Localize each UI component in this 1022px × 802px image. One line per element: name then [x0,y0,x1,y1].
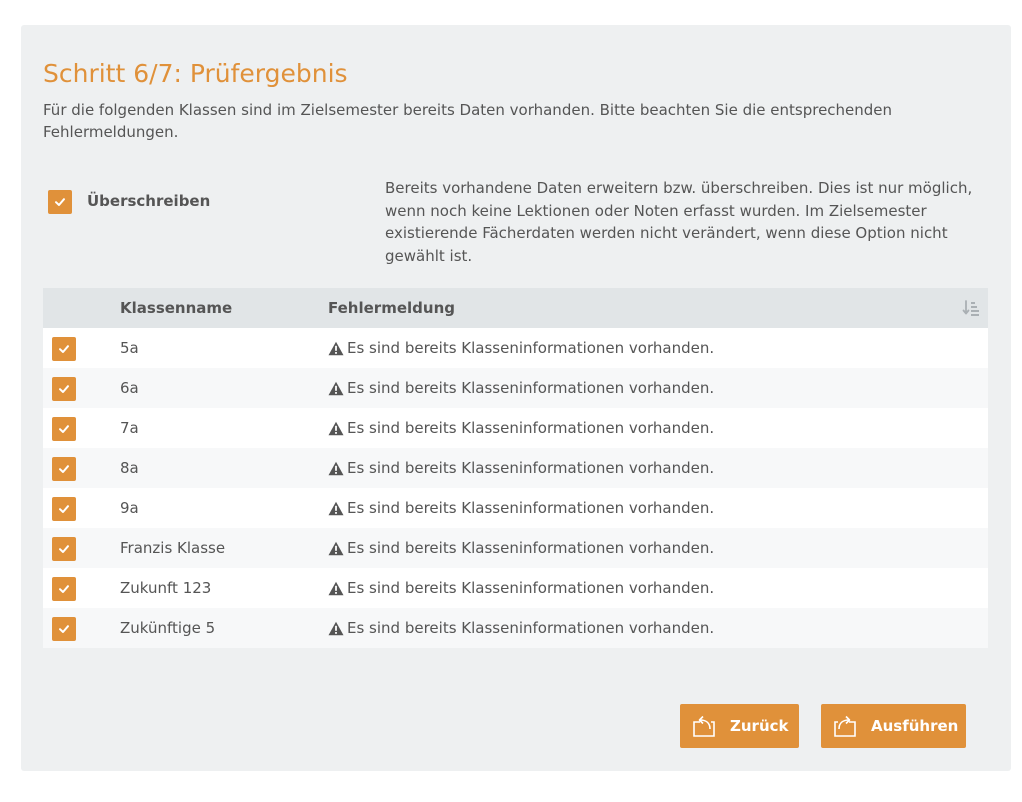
class-name: 9a [120,499,139,517]
back-button-label: Zurück [730,717,789,735]
class-name: Franzis Klasse [120,539,226,557]
row-checkbox[interactable] [52,417,76,441]
error-message-text: Es sind bereits Klasseninformationen vor… [347,579,715,597]
error-message-text: Es sind bereits Klasseninformationen vor… [347,619,715,637]
row-checkbox[interactable] [52,337,76,361]
wizard-panel: Schritt 6/7: Prüfergebnis Für die folgen… [21,25,1011,771]
error-message: Es sind bereits Klasseninformationen vor… [328,408,714,448]
check-icon [59,625,69,633]
check-icon [59,425,69,433]
back-button[interactable]: Zurück [680,704,799,748]
check-icon [59,505,69,513]
class-name: Zukünftige 5 [120,619,216,637]
row-checkbox[interactable] [52,617,76,641]
row-checkbox[interactable] [52,497,76,521]
error-message-text: Es sind bereits Klasseninformationen vor… [347,499,715,517]
table-row[interactable]: 6a Es sind bereits Klasseninformationen v… [43,368,988,408]
column-header-message[interactable]: Fehlermeldung [328,288,455,328]
class-name: Zukunft 123 [120,579,212,597]
check-icon [59,465,69,473]
error-message: Es sind bereits Klasseninformationen vor… [328,568,714,608]
run-button[interactable]: Ausführen [821,704,966,748]
warning-triangle-icon [328,621,344,635]
error-message-text: Es sind bereits Klasseninformationen vor… [347,419,715,437]
warning-triangle-icon [328,541,344,555]
page-title: Schritt 6/7: Prüfergebnis [43,59,348,88]
warning-triangle-icon [328,421,344,435]
table-body: 5a Es sind bereits Klasseninformationen v… [43,328,988,648]
error-message: Es sind bereits Klasseninformationen vor… [328,328,714,368]
check-icon [59,385,69,393]
back-arrow-icon [693,715,715,737]
table-row[interactable]: 8a Es sind bereits Klasseninformationen v… [43,448,988,488]
row-checkbox[interactable] [52,537,76,561]
error-message: Es sind bereits Klasseninformationen vor… [328,448,714,488]
error-message-text: Es sind bereits Klasseninformationen vor… [347,539,715,557]
class-name: 6a [120,379,139,397]
error-message: Es sind bereits Klasseninformationen vor… [328,608,714,648]
warning-triangle-icon [328,461,344,475]
row-checkbox[interactable] [52,377,76,401]
table-row[interactable]: 5a Es sind bereits Klasseninformationen v… [43,328,988,368]
class-name: 7a [120,419,139,437]
table-row[interactable]: Franzis Klasse Es sind bereits Klasseninf… [43,528,988,568]
error-message-text: Es sind bereits Klasseninformationen vor… [347,379,715,397]
overwrite-label[interactable]: Überschreiben [87,192,210,210]
table-row[interactable]: 9a Es sind bereits Klasseninformationen v… [43,488,988,528]
check-icon [55,198,65,206]
error-message-text: Es sind bereits Klasseninformationen vor… [347,459,715,477]
check-icon [59,585,69,593]
overwrite-description: Bereits vorhandene Daten erweitern bzw. … [385,179,973,265]
class-name: 8a [120,459,139,477]
error-message: Es sind bereits Klasseninformationen vor… [328,528,714,568]
forward-arrow-icon [834,715,856,737]
sort-icon[interactable] [962,299,980,317]
warning-triangle-icon [328,341,344,355]
column-header-classname[interactable]: Klassenname [120,288,232,328]
error-message-text: Es sind bereits Klasseninformationen vor… [347,339,715,357]
error-message: Es sind bereits Klasseninformationen vor… [328,488,714,528]
row-checkbox[interactable] [52,457,76,481]
table-header: Klassenname Fehlermeldung [43,288,988,328]
check-icon [59,545,69,553]
error-message: Es sind bereits Klasseninformationen vor… [328,368,714,408]
warning-triangle-icon [328,581,344,595]
overwrite-checkbox[interactable] [48,190,72,214]
row-checkbox[interactable] [52,577,76,601]
table-row[interactable]: 7a Es sind bereits Klasseninformationen v… [43,408,988,448]
run-button-label: Ausführen [871,717,959,735]
table-row[interactable]: Zukünftige 5 Es sind bereits Klasseninfor… [43,608,988,648]
class-table: Klassenname Fehlermeldung 5a Es sind bere… [43,288,988,648]
table-row[interactable]: Zukunft 123 Es sind bereits Klasseninform… [43,568,988,608]
check-icon [59,345,69,353]
class-name: 5a [120,339,139,357]
intro-text: Für die folgenden Klassen sind im Zielse… [43,101,893,141]
warning-triangle-icon [328,501,344,515]
warning-triangle-icon [328,381,344,395]
